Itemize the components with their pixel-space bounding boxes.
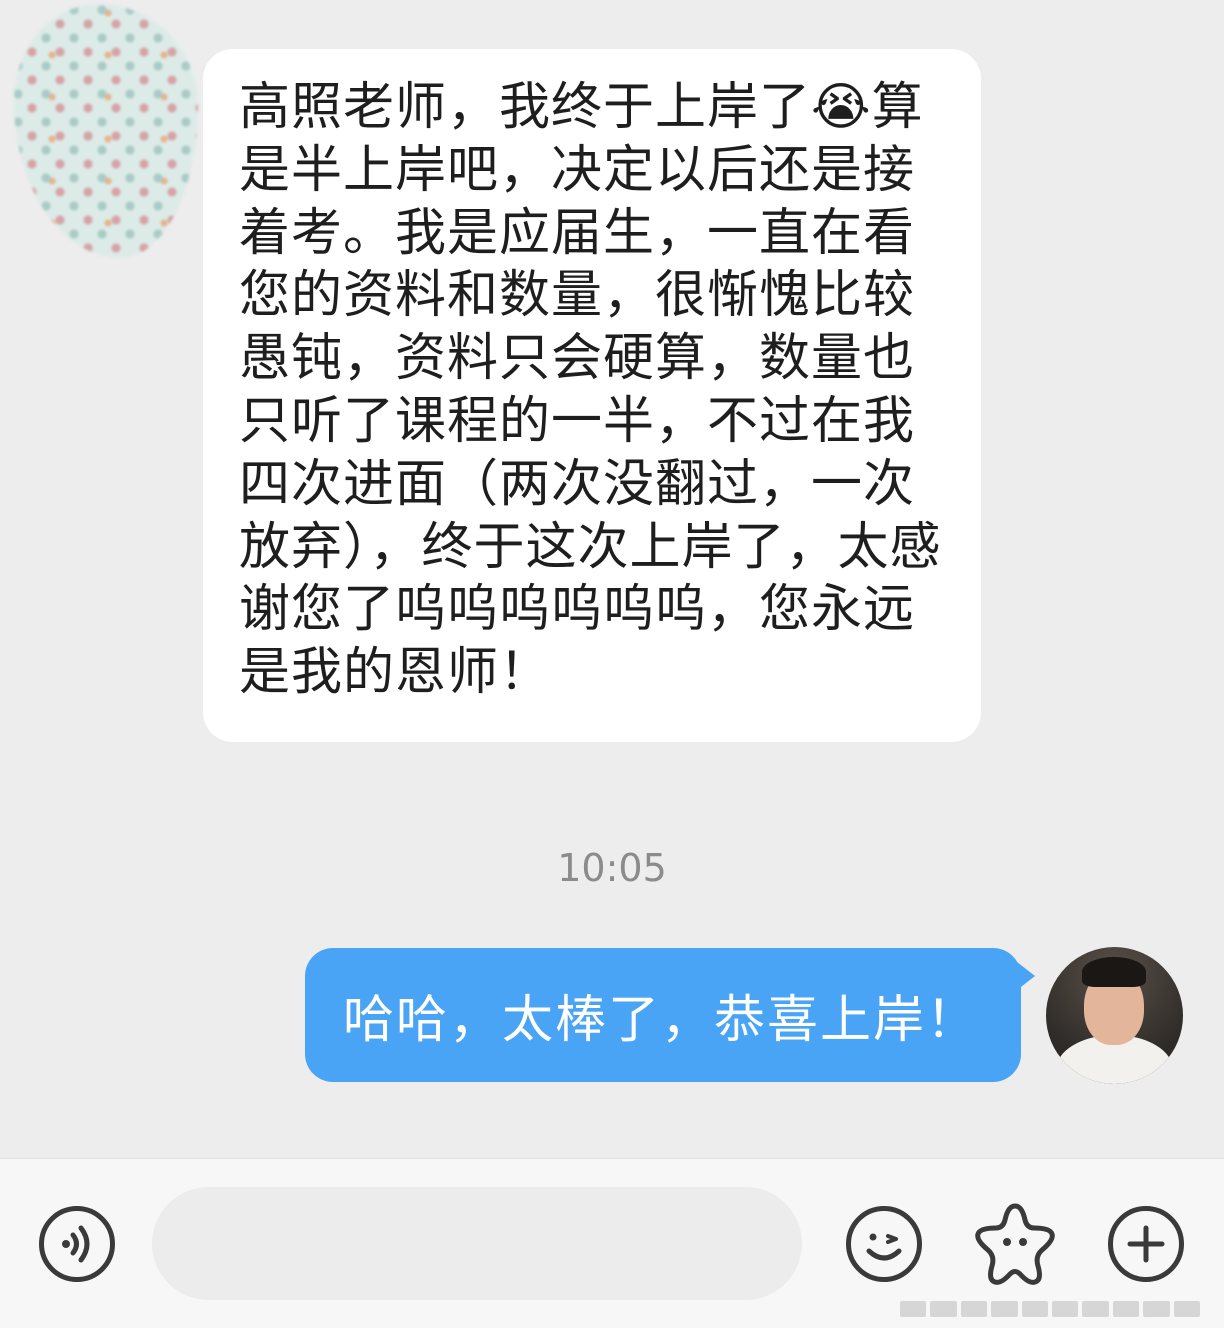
- sticker-button[interactable]: [972, 1200, 1058, 1286]
- watermark-block: [1082, 1301, 1109, 1317]
- emoji-icon: [866, 1233, 902, 1261]
- watermark-block: [1173, 1301, 1201, 1317]
- watermark-block: [1052, 1301, 1079, 1317]
- chat-area[interactable]: 高照老师，我终于上岸了😭算是半上岸吧，决定以后还是接着考。我是应届生，一直在看您…: [0, 0, 1224, 1158]
- outgoing-message-bubble[interactable]: 哈哈，太棒了，恭喜上岸！: [305, 948, 1035, 1082]
- plus-icon: [1127, 1225, 1165, 1263]
- sticker-icon: [975, 1203, 1055, 1285]
- emoji-button[interactable]: [846, 1206, 922, 1282]
- watermark-block: [1021, 1301, 1049, 1317]
- my-avatar[interactable]: [1046, 947, 1183, 1084]
- avatar-hair: [1082, 957, 1146, 987]
- watermark-block: [930, 1301, 957, 1317]
- watermark-block: [1143, 1301, 1170, 1317]
- watermark-block: [960, 1301, 988, 1317]
- bubble-tail: [1017, 962, 1035, 990]
- voice-button[interactable]: [39, 1206, 115, 1282]
- message-input[interactable]: [152, 1187, 802, 1300]
- sender-avatar[interactable]: [14, 4, 198, 258]
- voice-icon: [62, 1225, 90, 1263]
- watermark-block: [900, 1301, 927, 1317]
- outgoing-message-text: 哈哈，太棒了，恭喜上岸！: [343, 991, 980, 1050]
- more-button[interactable]: [1108, 1206, 1184, 1282]
- incoming-message-text: 高照老师，我终于上岸了😭算是半上岸吧，决定以后还是接着考。我是应届生，一直在看您…: [239, 78, 942, 703]
- watermark-block: [991, 1301, 1018, 1317]
- watermark-strip: [900, 1296, 1201, 1322]
- incoming-message-bubble[interactable]: 高照老师，我终于上岸了😭算是半上岸吧，决定以后还是接着考。我是应届生，一直在看您…: [203, 49, 981, 742]
- message-timestamp: 10:05: [557, 846, 667, 890]
- watermark-block: [1112, 1301, 1140, 1317]
